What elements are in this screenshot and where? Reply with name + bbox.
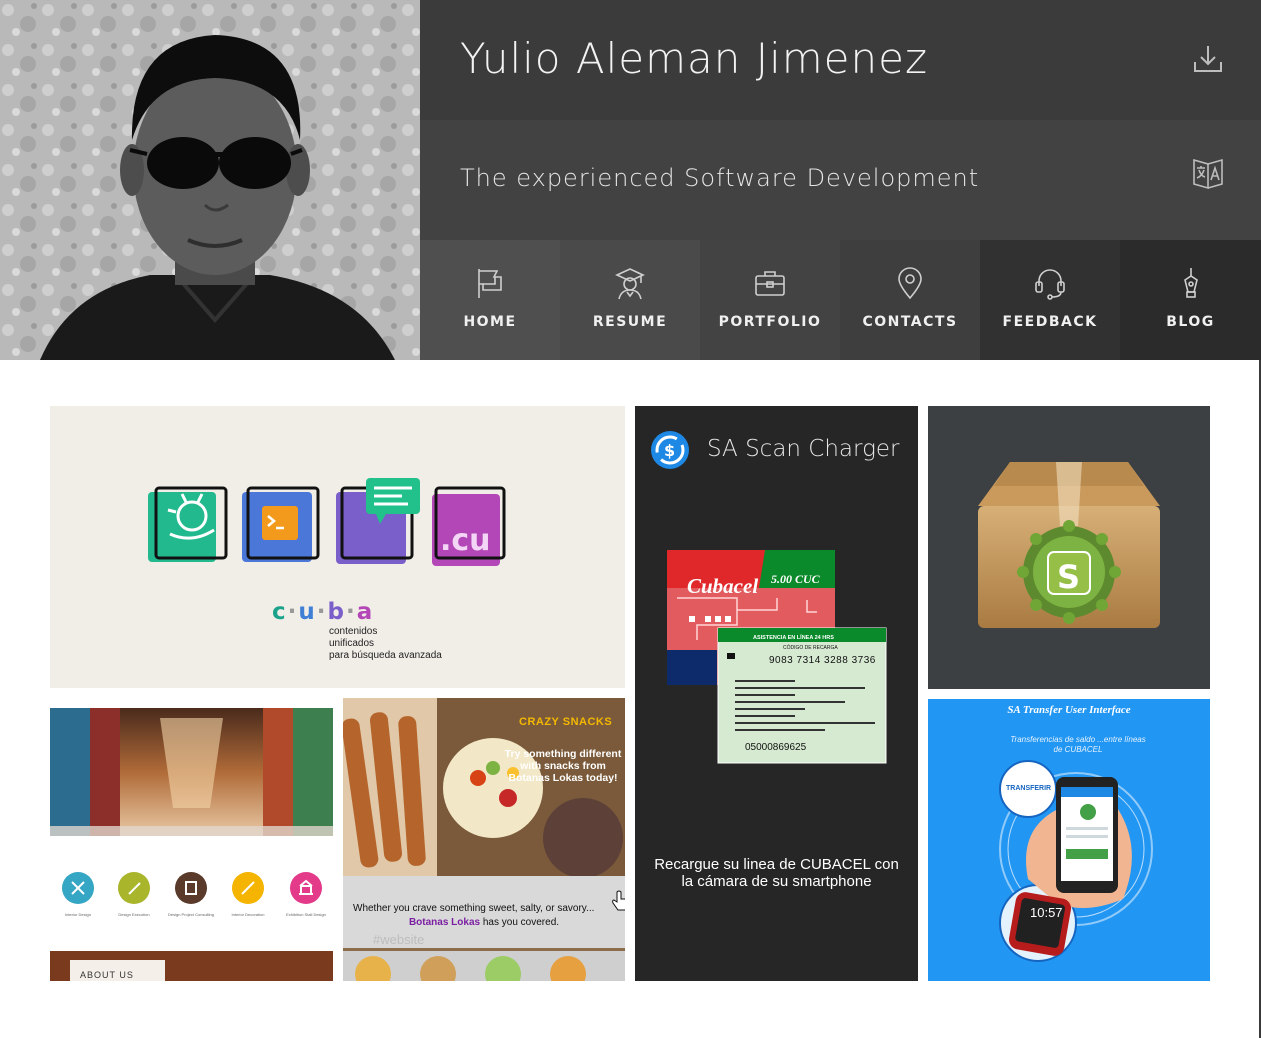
nav-home[interactable]: HOME	[420, 240, 560, 360]
cuba-letter-a: a	[356, 599, 375, 625]
card-serial: 05000869625	[745, 742, 807, 753]
briefcase-icon	[753, 266, 787, 300]
graduate-icon	[613, 266, 647, 300]
service-2: Design Execution	[118, 912, 150, 917]
service-5: Exhibition Stall Design	[286, 912, 326, 917]
transfer-clock: 10:57	[1030, 905, 1063, 920]
snacks-copy: Try something different with snacks from…	[504, 748, 622, 784]
profile-photo	[0, 0, 420, 360]
portfolio-transfer-ui[interactable]: SA Transfer User Interface Transferencia…	[928, 699, 1210, 981]
title-bar: Yulio Aleman Jimenez	[420, 0, 1261, 120]
profile-header: Yulio Aleman Jimenez The experienced Sof…	[0, 0, 1261, 360]
translate-icon[interactable]	[1191, 156, 1225, 190]
cuba-wordmark: c·u·b·a	[272, 599, 375, 625]
card-amount: 5.00 CUC	[771, 572, 820, 586]
main-nav: HOME RESUME PORTFOLIO CONTACTS FEEDBACK …	[420, 240, 1261, 360]
box-icon: S	[978, 462, 1160, 628]
tagline-bar: The experienced Software Development	[420, 120, 1261, 240]
portfolio-cuba[interactable]: .cu c·u·b·a contenidos unificados para b…	[50, 406, 625, 688]
nav-feedback-label: FEEDBACK	[1002, 314, 1098, 330]
service-3: Design Project Consulting	[167, 912, 215, 917]
svg-text:$: $	[664, 441, 675, 460]
cuba-letter-c: c	[272, 599, 288, 625]
nav-home-label: HOME	[463, 314, 517, 330]
service-4: Interior Decoration	[231, 912, 265, 917]
portfolio-shopify-box[interactable]: S	[928, 406, 1210, 689]
download-icon[interactable]	[1191, 42, 1225, 76]
nav-portfolio[interactable]: PORTFOLIO	[700, 240, 840, 360]
card-code: 9083 7314 3288 3736	[769, 655, 876, 666]
portfolio-website[interactable]: Interior Design Design Execution Design …	[50, 698, 333, 981]
card-help: ASISTENCIA EN LÍNEA 24 HRS	[753, 635, 834, 641]
snacks-line2: Botanas Lokas has you covered.	[408, 917, 560, 928]
transfer-bubble: TRANSFERIR	[1006, 785, 1052, 792]
snacks-brand: Botanas Lokas	[408, 917, 481, 928]
flag-icon	[473, 266, 507, 300]
nav-contacts[interactable]: CONTACTS	[840, 240, 980, 360]
hand-cursor-icon	[612, 890, 625, 911]
snacks-headline: CRAZY SNACKS	[519, 716, 613, 728]
snacks-tag: #website	[373, 932, 425, 947]
card-brand: Cubacel	[687, 574, 759, 598]
cuba-letter-b: b	[327, 599, 346, 625]
map-pin-icon	[893, 266, 927, 300]
cu-badge: .cu	[440, 523, 491, 558]
headset-icon	[1033, 266, 1067, 300]
nav-contacts-label: CONTACTS	[862, 314, 958, 330]
pen-nib-icon	[1174, 266, 1208, 300]
nav-portfolio-label: PORTFOLIO	[718, 314, 822, 330]
scan-title: SA Scan Charger	[707, 436, 900, 462]
profile-name: Yulio Aleman Jimenez	[460, 34, 929, 83]
profile-tagline: The experienced Software Development	[460, 164, 980, 192]
portfolio-scan-charger[interactable]: $ SA Scan Charger Cubacel 5.00 CUC ASIST…	[635, 406, 918, 981]
cuba-subtitle: contenidos unificados para búsqueda avan…	[329, 626, 442, 661]
website-preview	[50, 698, 333, 981]
card-instructions	[735, 680, 875, 731]
cuba-letter-u: u	[298, 599, 317, 625]
scan-caption: Recargue su linea de CUBACEL con la cáma…	[654, 856, 899, 890]
about-us-label: ABOUT US	[80, 970, 134, 980]
service-1: Interior Design	[64, 912, 91, 917]
nav-resume-label: RESUME	[592, 314, 668, 330]
transfer-phones	[999, 760, 1153, 962]
portfolio-crazy-snacks[interactable]: CRAZY SNACKS Try something different wit…	[343, 698, 625, 981]
nav-blog-label: BLOG	[1166, 314, 1215, 330]
nav-feedback[interactable]: FEEDBACK	[980, 240, 1120, 360]
svg-text:S: S	[1057, 558, 1080, 596]
nav-resume[interactable]: RESUME	[560, 240, 700, 360]
scan-logo-icon: $	[651, 431, 689, 469]
nav-blog[interactable]: BLOG	[1120, 240, 1261, 360]
card-code-label: CÓDIGO DE RECARGA	[783, 645, 838, 651]
snacks-line1: Whether you crave something sweet, salty…	[353, 903, 595, 914]
